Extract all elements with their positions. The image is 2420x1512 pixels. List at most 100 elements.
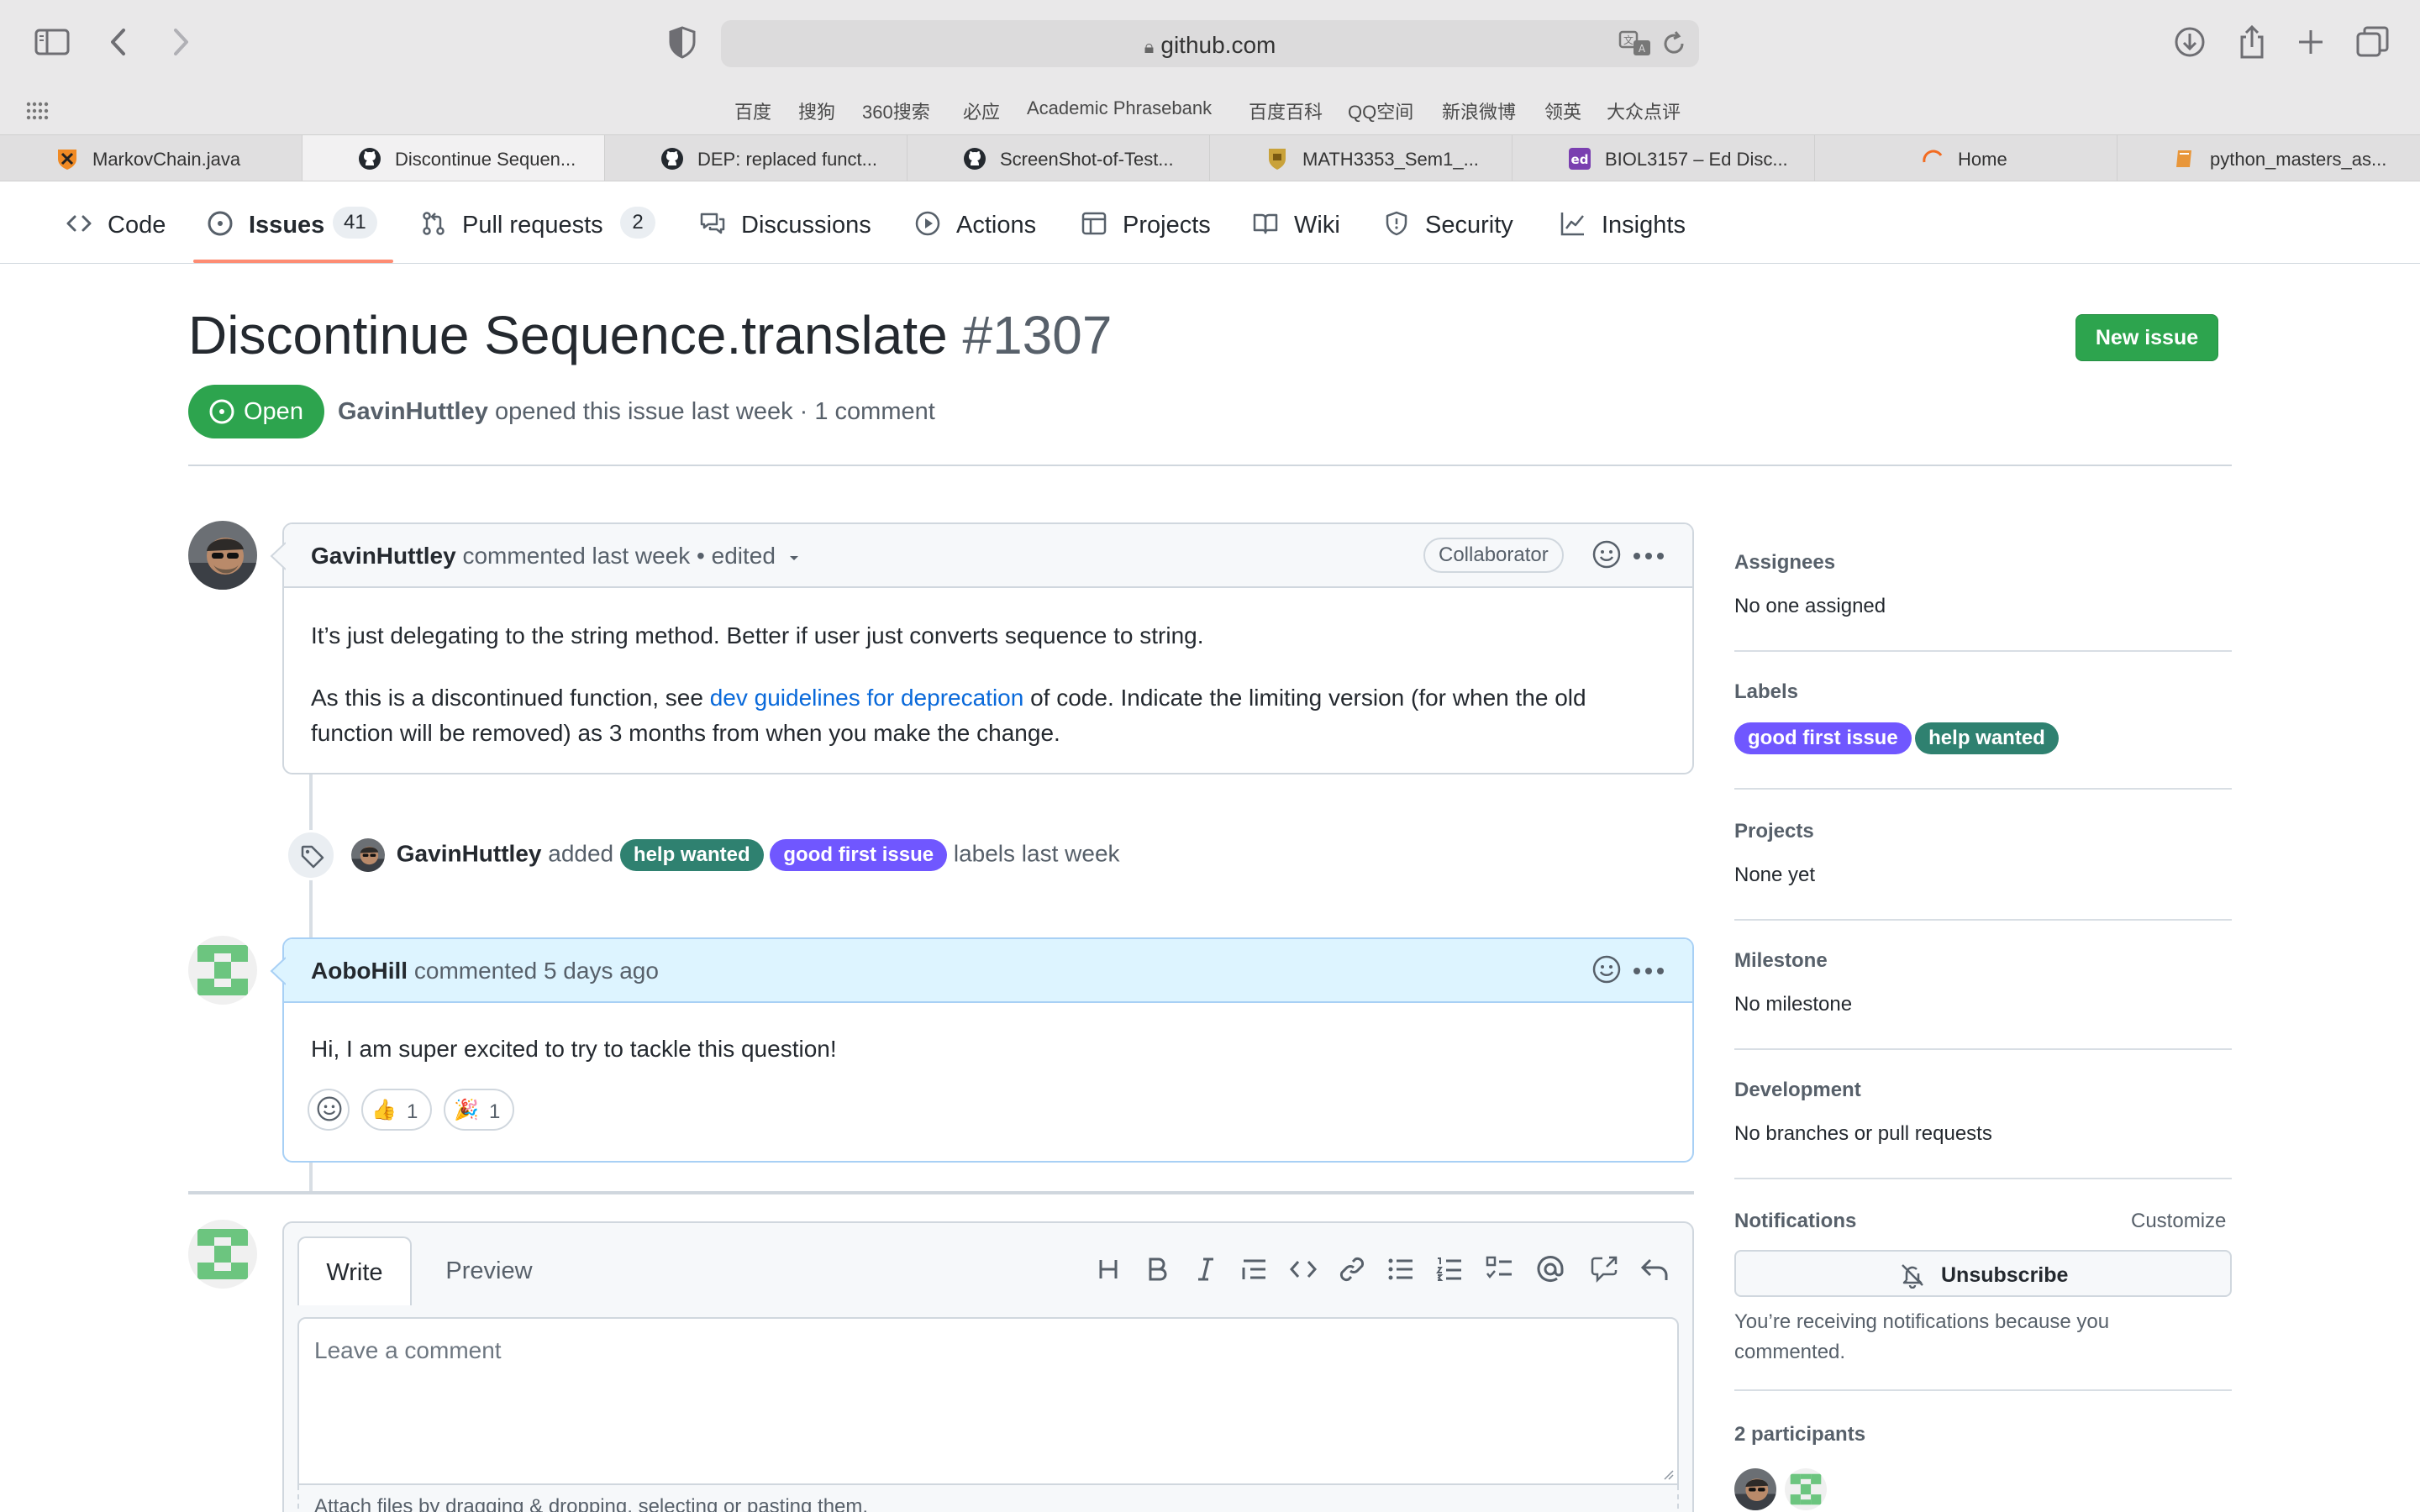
avatar[interactable] bbox=[188, 936, 257, 1005]
browser-tab[interactable]: python_masters_as... bbox=[2118, 135, 2420, 181]
unsubscribe-button[interactable]: Unsubscribe bbox=[1734, 1250, 2232, 1297]
code-icon bbox=[66, 210, 92, 237]
attach-files-area[interactable]: Attach files by dragging & dropping, sel… bbox=[297, 1485, 1679, 1512]
bold-icon[interactable] bbox=[1141, 1253, 1173, 1285]
comment-box: GavinHuttley commented last week • edite… bbox=[270, 522, 1694, 774]
avatar[interactable] bbox=[188, 521, 257, 590]
italic-icon[interactable] bbox=[1190, 1253, 1222, 1285]
browser-tab-active[interactable]: Discontinue Sequen... bbox=[302, 135, 605, 181]
reload-icon[interactable] bbox=[1660, 30, 1687, 57]
pull-request-icon bbox=[420, 210, 447, 237]
label-good-first-issue[interactable]: good first issue bbox=[770, 839, 948, 872]
issue-author-link[interactable]: GavinHuttley bbox=[338, 398, 488, 425]
resize-handle-icon[interactable] bbox=[1660, 1467, 1674, 1480]
new-issue-button[interactable]: New issue bbox=[2075, 314, 2218, 361]
favorite-link[interactable]: 百度百科 bbox=[1249, 97, 1323, 124]
lock-icon: 🔒︎ bbox=[1144, 36, 1155, 57]
more-options-icon[interactable] bbox=[1632, 966, 1665, 976]
translate-icon[interactable]: 文A bbox=[1618, 29, 1652, 59]
participant-avatar[interactable] bbox=[1785, 1468, 1827, 1510]
chevron-down-icon[interactable] bbox=[786, 549, 802, 566]
grid-icon[interactable] bbox=[25, 101, 49, 121]
task-list-icon[interactable] bbox=[1484, 1253, 1516, 1285]
quote-icon[interactable] bbox=[1239, 1253, 1270, 1285]
label-help-wanted[interactable]: help wanted bbox=[1915, 722, 2059, 754]
participant-avatar[interactable] bbox=[1734, 1468, 1776, 1510]
browser-tab[interactable]: MarkovChain.java bbox=[0, 135, 302, 181]
url-text: 🔒︎ github.com bbox=[1144, 32, 1276, 58]
sidebar-toggle-icon[interactable] bbox=[34, 24, 71, 60]
favorite-link[interactable]: 必应 bbox=[963, 97, 1000, 124]
event-text: GavinHuttley added help wanted good firs… bbox=[351, 838, 1120, 872]
comment-author-link[interactable]: AoboHill bbox=[311, 958, 408, 984]
favorite-link[interactable]: 百度 bbox=[734, 97, 771, 124]
divider bbox=[188, 465, 2232, 466]
comment-author-link[interactable]: GavinHuttley bbox=[311, 543, 456, 569]
milestone-heading[interactable]: Milestone bbox=[1734, 949, 1828, 973]
favorite-link[interactable]: 大众点评 bbox=[1607, 97, 1681, 124]
more-options-icon[interactable] bbox=[1632, 551, 1665, 561]
favorite-link[interactable]: 领英 bbox=[1544, 97, 1581, 124]
customize-link[interactable]: Customize bbox=[2131, 1210, 2226, 1233]
event-actor-link[interactable]: GavinHuttley bbox=[397, 840, 542, 866]
back-icon[interactable] bbox=[101, 24, 138, 60]
label-help-wanted[interactable]: help wanted bbox=[619, 839, 764, 872]
ordered-list-icon[interactable] bbox=[1434, 1253, 1465, 1285]
assignees-heading[interactable]: Assignees bbox=[1734, 551, 1835, 575]
code-icon[interactable] bbox=[1287, 1253, 1319, 1285]
tab-preview[interactable]: Preview bbox=[430, 1236, 548, 1305]
browser-tab[interactable]: ed BIOL3157 – Ed Disc... bbox=[1512, 135, 1815, 181]
comment-pointer bbox=[270, 957, 286, 985]
tab-write[interactable]: Write bbox=[297, 1236, 412, 1305]
add-reaction-icon[interactable] bbox=[1591, 539, 1622, 570]
link-icon[interactable] bbox=[1336, 1253, 1368, 1285]
divider bbox=[1734, 788, 2232, 790]
favorite-link[interactable]: 360搜索 bbox=[862, 97, 930, 124]
divider bbox=[1734, 650, 2232, 652]
unordered-list-icon[interactable] bbox=[1385, 1253, 1417, 1285]
ed-logo-icon: ed bbox=[1568, 147, 1591, 171]
downloads-icon[interactable] bbox=[2171, 24, 2208, 60]
add-reaction-icon[interactable] bbox=[1591, 954, 1622, 984]
privacy-shield-icon[interactable] bbox=[664, 24, 701, 60]
reaction-thumbs-up[interactable]: 👍 1 bbox=[361, 1089, 432, 1131]
book-icon bbox=[1252, 210, 1279, 237]
comment-header: GavinHuttley commented last week • edite… bbox=[284, 524, 1692, 588]
favorite-link[interactable]: 新浪微博 bbox=[1442, 97, 1516, 124]
browser-tab[interactable]: DEP: replaced funct... bbox=[605, 135, 908, 181]
deprecation-guidelines-link[interactable]: dev guidelines for deprecation bbox=[710, 685, 1024, 711]
favorite-link[interactable]: QQ空间 bbox=[1348, 97, 1413, 124]
label-good-first-issue[interactable]: good first issue bbox=[1734, 722, 1912, 754]
notification-reason: You’re receiving notifications because y… bbox=[1734, 1310, 2110, 1363]
comment-textarea[interactable]: Leave a comment bbox=[297, 1317, 1679, 1485]
browser-tab[interactable]: ScreenShot-of-Test... bbox=[908, 135, 1210, 181]
issues-count: 41 bbox=[333, 207, 377, 239]
tab-overview-icon[interactable] bbox=[2354, 24, 2391, 60]
reply-icon[interactable] bbox=[1639, 1253, 1670, 1285]
heading-icon[interactable] bbox=[1092, 1253, 1124, 1285]
divider bbox=[1734, 919, 2232, 921]
favorite-link[interactable]: Academic Phrasebank bbox=[1027, 97, 1212, 119]
avatar[interactable] bbox=[351, 838, 385, 872]
avatar[interactable] bbox=[188, 1220, 257, 1289]
add-reaction-button[interactable] bbox=[308, 1089, 350, 1131]
mention-icon[interactable] bbox=[1534, 1253, 1566, 1285]
cross-reference-icon[interactable] bbox=[1588, 1253, 1620, 1285]
svg-text:A: A bbox=[1639, 43, 1646, 55]
notifications-heading: Notifications bbox=[1734, 1210, 1857, 1232]
browser-tab[interactable]: Home bbox=[1815, 135, 2118, 181]
reaction-hooray[interactable]: 🎉 1 bbox=[444, 1089, 514, 1131]
projects-heading[interactable]: Projects bbox=[1734, 820, 1814, 843]
university-crest-icon bbox=[1265, 147, 1289, 171]
markdown-toolbar bbox=[1084, 1253, 1672, 1287]
github-icon bbox=[358, 147, 381, 171]
development-heading[interactable]: Development bbox=[1734, 1079, 1861, 1102]
browser-tab[interactable]: MATH3353_Sem1_... bbox=[1210, 135, 1512, 181]
address-bar[interactable]: 🔒︎ github.com 文A bbox=[721, 20, 1699, 67]
forward-icon[interactable] bbox=[161, 24, 198, 60]
favorite-link[interactable]: 搜狗 bbox=[798, 97, 835, 124]
share-icon[interactable] bbox=[2233, 24, 2270, 60]
smiley-icon bbox=[317, 1096, 342, 1121]
new-tab-icon[interactable] bbox=[2292, 24, 2329, 60]
labels-heading[interactable]: Labels bbox=[1734, 680, 1798, 704]
